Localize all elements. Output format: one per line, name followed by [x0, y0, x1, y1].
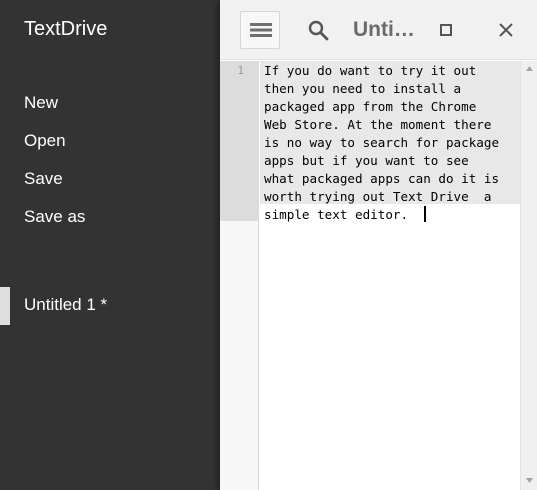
editor-line: packaged app from the Chrome: [264, 99, 477, 114]
search-icon: [308, 20, 329, 41]
menu-item-save[interactable]: Save: [24, 168, 63, 190]
document-title: Untitled 1 *: [353, 18, 421, 41]
toolbar: Untitled 1 *: [220, 0, 537, 60]
close-icon: [499, 23, 513, 37]
scroll-down-arrow-icon[interactable]: [525, 477, 534, 484]
file-item-untitled-1[interactable]: Untitled 1 *: [0, 287, 220, 325]
maximize-icon: [440, 24, 452, 36]
active-file-indicator: [0, 287, 10, 325]
maximize-button[interactable]: [436, 20, 456, 40]
menu-item-new[interactable]: New: [24, 92, 58, 114]
sidebar: TextDrive New Open Save Save as Untitled…: [0, 0, 220, 490]
main-pane: Untitled 1 * 1 If you do want to t: [220, 0, 537, 490]
menu-item-save-as[interactable]: Save as: [24, 206, 85, 228]
editor-line: Web Store. At the moment there: [264, 117, 492, 132]
editor-line: then you need to install a: [264, 81, 462, 96]
textdrive-app: TextDrive New Open Save Save as Untitled…: [0, 0, 537, 490]
editor-text-area[interactable]: If you do want to try it out then you nee…: [260, 61, 520, 490]
search-button[interactable]: [306, 18, 330, 42]
line-number: 1: [237, 64, 244, 77]
hamburger-menu-icon: [250, 23, 272, 37]
editor-line: worth trying out Text Drive a: [264, 189, 492, 204]
app-title: TextDrive: [24, 18, 108, 40]
line-number-gutter: 1: [220, 61, 259, 490]
menu-item-open[interactable]: Open: [24, 130, 66, 152]
editor-content: If you do want to try it out then you nee…: [264, 62, 520, 224]
editor-line: apps but if you want to see: [264, 153, 469, 168]
menu-toggle-button[interactable]: [240, 11, 280, 49]
scroll-up-arrow-icon[interactable]: [525, 65, 534, 72]
text-cursor: [424, 206, 426, 222]
active-line-gutter: [220, 61, 259, 221]
vertical-scrollbar[interactable]: [520, 61, 537, 490]
editor-line: is no way to search for package: [264, 135, 500, 150]
editor-line: simple text editor.: [264, 207, 416, 222]
code-editor: 1 If you do want to try it out then you n…: [220, 61, 537, 490]
editor-line: what packaged apps can do it is: [264, 171, 500, 186]
close-button[interactable]: [496, 20, 516, 40]
editor-line: If you do want to try it out: [264, 63, 477, 78]
file-item-label: Untitled 1 *: [24, 295, 108, 314]
